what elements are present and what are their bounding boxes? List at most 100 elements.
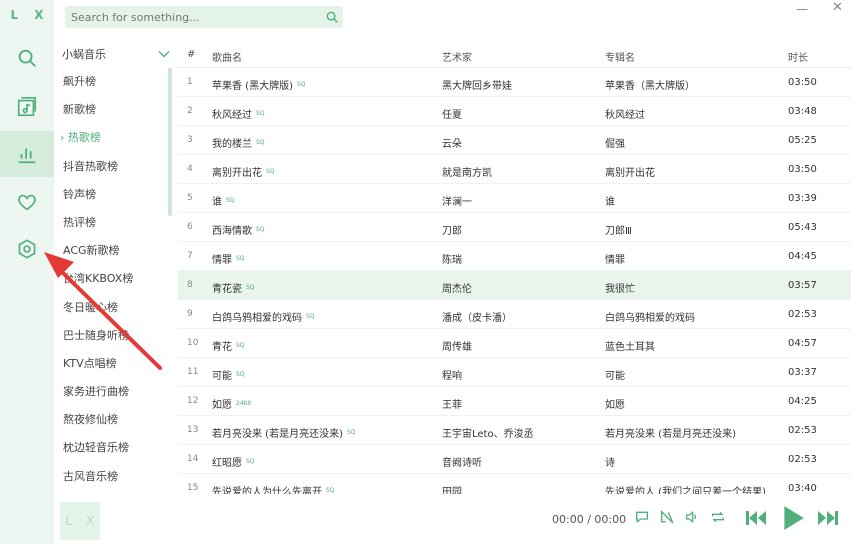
search-input[interactable] — [65, 10, 321, 24]
song-album[interactable]: 秋风经过 — [605, 106, 645, 121]
song-row[interactable]: 12 如愿 24bit 王菲 如愿 04:25 — [178, 387, 851, 416]
song-album[interactable]: 谁 — [605, 193, 615, 208]
next-button[interactable] — [816, 506, 840, 530]
song-artist[interactable]: 潘成（皮卡潘） — [442, 309, 512, 324]
song-duration: 02:53 — [788, 425, 817, 436]
song-album[interactable]: 苹果香（黑大牌版） — [605, 77, 695, 92]
song-album[interactable]: 离别开出花 — [605, 164, 655, 179]
comment-button[interactable] — [634, 509, 650, 525]
song-row[interactable]: 11 可能 SQ 程响 可能 03:37 — [178, 358, 851, 387]
previous-button[interactable] — [744, 506, 768, 530]
song-row[interactable]: 8 青花瓷 SQ 周杰伦 我很忙 03:57 — [178, 271, 851, 300]
board-item-label: ACG新歌榜 — [63, 244, 120, 258]
song-num: 15 — [187, 483, 199, 493]
song-row[interactable]: 14 红昭愿 SQ 音阙诗听 诗 02:53 — [178, 445, 851, 474]
nav-leaderboard-button[interactable] — [0, 131, 54, 177]
board-item[interactable]: 铃声榜 — [54, 181, 174, 209]
board-item[interactable]: 抖音热歌榜 — [54, 153, 174, 181]
board-item[interactable]: › 热歌榜 — [54, 124, 174, 152]
song-row[interactable]: 13 若月亮没来 (若是月亮还没来) SQ 王宇宙Leto、乔浚丞 若月亮没来 (若是月… — [178, 416, 851, 445]
song-artist[interactable]: 洋澜一 — [442, 193, 472, 208]
song-row[interactable]: 10 青花 SQ 周传雄 蓝色土耳其 04:57 — [178, 329, 851, 358]
nav-song-list-button[interactable] — [0, 84, 54, 130]
song-artist[interactable]: 陈瑞 — [442, 251, 462, 266]
song-artist[interactable]: 黑大牌回乡带娃 — [442, 77, 512, 92]
song-num: 11 — [187, 367, 199, 377]
close-button[interactable]: ✕ — [832, 0, 843, 15]
song-album[interactable]: 先说爱的人 (我们之间只差一个结果) — [605, 483, 766, 494]
song-row[interactable]: 9 白鸽乌鸦相爱的戏码 SQ 潘成（皮卡潘） 白鸽乌鸦相爱的戏码 02:53 — [178, 300, 851, 329]
song-artist[interactable]: 云朵 — [442, 135, 462, 150]
nav-search-button[interactable] — [0, 35, 54, 81]
song-row[interactable]: 5 谁 SQ 洋澜一 谁 03:39 — [178, 184, 851, 213]
song-artist[interactable]: 周杰伦 — [442, 280, 472, 295]
song-row[interactable]: 6 西海情歌 SQ 刀郎 刀郎Ⅲ 05:43 — [178, 213, 851, 242]
song-row[interactable]: 15 先说爱的人为什么先离开 SQ 田园 先说爱的人 (我们之间只差一个结果) 03:40 — [178, 474, 851, 494]
board-item[interactable]: ACG新歌榜 — [54, 237, 174, 265]
song-artist[interactable]: 王菲 — [442, 396, 462, 411]
song-artist[interactable]: 刀郎 — [442, 222, 462, 237]
song-artist[interactable]: 音阙诗听 — [442, 454, 482, 469]
song-duration: 03:37 — [788, 367, 817, 378]
board-item-label: 台湾KKBOX榜 — [63, 272, 134, 286]
song-duration: 02:53 — [788, 454, 817, 465]
board-item[interactable]: 台湾KKBOX榜 — [54, 265, 174, 293]
next-icon — [818, 511, 838, 525]
board-item[interactable]: 古风音乐榜 — [54, 463, 174, 491]
song-name-cell: 可能 SQ — [212, 367, 245, 382]
board-item-label: 熬夜修仙榜 — [63, 413, 118, 427]
song-album[interactable]: 蓝色土耳其 — [605, 338, 655, 353]
song-row[interactable]: 4 离别开出花 SQ 就是南方凯 离别开出花 03:50 — [178, 155, 851, 184]
song-num: 7 — [187, 251, 193, 261]
nav-favorites-button[interactable] — [0, 179, 54, 225]
song-artist[interactable]: 程响 — [442, 367, 462, 382]
song-row[interactable]: 7 情罪 SQ 陈瑞 情罪 04:45 — [178, 242, 851, 271]
board-list-scrollbar[interactable] — [168, 68, 172, 216]
song-artist[interactable]: 周传雄 — [442, 338, 472, 353]
quality-badge: SQ — [346, 429, 356, 436]
source-select[interactable]: 小蜗音乐 — [62, 44, 170, 64]
song-duration: 04:57 — [788, 338, 817, 349]
song-num: 4 — [187, 164, 193, 174]
album-cover[interactable]: L X — [60, 502, 100, 540]
play-button[interactable] — [780, 504, 806, 532]
board-item[interactable]: 新歌榜 — [54, 96, 174, 124]
song-album[interactable]: 可能 — [605, 367, 625, 382]
lyric-toggle-button[interactable] — [659, 509, 675, 525]
song-artist[interactable]: 田园 — [442, 483, 462, 494]
board-item[interactable]: 飙升榜 — [54, 68, 174, 96]
song-album[interactable]: 倔强 — [605, 135, 625, 150]
song-row[interactable]: 2 秋风经过 SQ 任夏 秋风经过 03:48 — [178, 97, 851, 126]
volume-button[interactable] — [684, 509, 700, 525]
board-item[interactable]: 熬夜修仙榜 — [54, 406, 174, 434]
search-submit-button[interactable] — [321, 6, 343, 28]
board-item[interactable]: 冬日暖心榜 — [54, 294, 174, 322]
board-item[interactable]: 枕边轻音乐榜 — [54, 434, 174, 462]
song-album[interactable]: 情罪 — [605, 251, 625, 266]
nav-settings-button[interactable] — [0, 226, 54, 272]
quality-badge: SQ — [236, 342, 245, 349]
song-artist[interactable]: 任夏 — [442, 106, 462, 121]
board-item[interactable]: KTV点唱榜 — [54, 350, 174, 378]
song-album[interactable]: 刀郎Ⅲ — [605, 222, 632, 237]
board-item-label: 古风音乐榜 — [63, 469, 118, 483]
board-item[interactable]: 家务进行曲榜 — [54, 378, 174, 406]
song-album[interactable]: 若月亮没来 (若是月亮还没来) — [605, 425, 736, 440]
song-num: 14 — [187, 454, 199, 464]
comment-icon — [636, 511, 648, 524]
song-row[interactable]: 1 苹果香 (黑大牌版) SQ 黑大牌回乡带娃 苹果香（黑大牌版） 03:50 — [178, 68, 851, 97]
song-name-cell: 西海情歌 SQ — [212, 222, 265, 237]
board-item[interactable]: 巴士随身听榜 — [54, 322, 174, 350]
song-album[interactable]: 我很忙 — [605, 280, 635, 295]
song-row[interactable]: 3 我的楼兰 SQ 云朵 倔强 05:25 — [178, 126, 851, 155]
song-album[interactable]: 诗 — [605, 454, 615, 469]
song-album[interactable]: 如愿 — [605, 396, 625, 411]
board-item[interactable]: 热评榜 — [54, 209, 174, 237]
song-artist[interactable]: 就是南方凯 — [442, 164, 492, 179]
song-album[interactable]: 白鸽乌鸦相爱的戏码 — [605, 309, 695, 324]
song-name: 情罪 — [212, 255, 232, 266]
minimize-button[interactable]: — — [796, 2, 808, 16]
song-num: 8 — [187, 280, 193, 290]
play-mode-button[interactable] — [710, 509, 726, 525]
song-artist[interactable]: 王宇宙Leto、乔浚丞 — [442, 425, 534, 440]
